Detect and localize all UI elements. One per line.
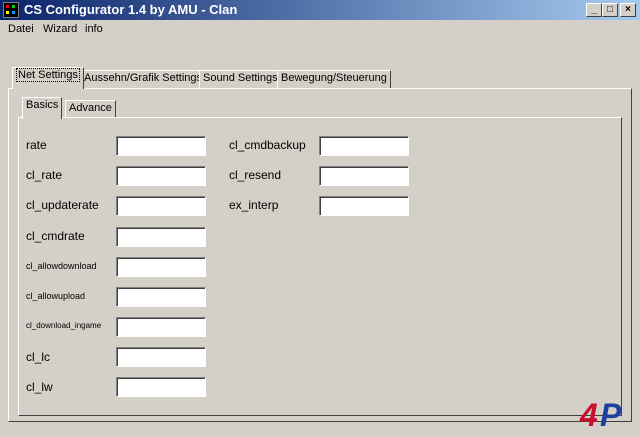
4p-logo: 4 P [579, 397, 622, 431]
app-icon[interactable] [3, 2, 19, 18]
input-cl-cmdbackup[interactable] [319, 136, 409, 156]
input-cl-lc[interactable] [116, 347, 206, 367]
label-cl-cmdbackup: cl_cmdbackup [229, 138, 306, 152]
input-cl-lw[interactable] [116, 377, 206, 397]
tab-basics[interactable]: Basics [22, 97, 63, 119]
tab-bewegung-steuerung[interactable]: Bewegung/Steuerung [277, 70, 391, 88]
app-window: CS Configurator 1.4 by AMU - Clan _ □ × … [0, 0, 640, 437]
basics-panel [18, 117, 622, 416]
maximize-button[interactable]: □ [602, 3, 618, 17]
menu-bar: Datei Wizard info [0, 20, 640, 38]
menu-wizard[interactable]: Wizard [43, 23, 77, 36]
tab-aussehn-grafik[interactable]: Aussehn/Grafik Settings [80, 70, 207, 88]
input-cl-allowupload[interactable] [116, 287, 206, 307]
tab-sound-settings[interactable]: Sound Settings [199, 70, 282, 88]
label-cl-lc: cl_lc [26, 350, 51, 364]
input-cl-cmdrate[interactable] [116, 227, 206, 247]
input-cl-allowdownload[interactable] [116, 257, 206, 277]
input-cl-updaterate[interactable] [116, 196, 206, 216]
label-cl-resend: cl_resend [229, 168, 282, 182]
input-cl-rate[interactable] [116, 166, 206, 186]
label-rate: rate [26, 138, 47, 152]
title-bar[interactable]: CS Configurator 1.4 by AMU - Clan _ □ × [0, 0, 640, 20]
4p-logo-p: P [600, 397, 622, 431]
label-cl-cmdrate: cl_cmdrate [26, 229, 85, 243]
label-cl-download-ingame: cl_download_ingame [26, 321, 102, 330]
label-cl-allowupload: cl_allowupload [26, 291, 86, 301]
label-cl-updaterate: cl_updaterate [26, 198, 99, 212]
tab-net-settings-label: Net Settings [16, 68, 80, 82]
label-cl-lw: cl_lw [26, 380, 53, 394]
tab-net-settings[interactable]: Net Settings [12, 67, 84, 89]
label-cl-allowdownload: cl_allowdownload [26, 261, 97, 271]
label-cl-rate: cl_rate [26, 168, 63, 182]
window-title: CS Configurator 1.4 by AMU - Clan [24, 2, 238, 17]
4p-logo-4: 4 [579, 397, 598, 431]
label-ex-interp: ex_interp [229, 198, 279, 212]
input-cl-resend[interactable] [319, 166, 409, 186]
minimize-button[interactable]: _ [586, 3, 602, 17]
input-cl-download-ingame[interactable] [116, 317, 206, 337]
close-button[interactable]: × [620, 3, 636, 17]
tab-advance[interactable]: Advance [65, 100, 116, 118]
input-ex-interp[interactable] [319, 196, 409, 216]
menu-info[interactable]: info [85, 23, 103, 36]
input-rate[interactable] [116, 136, 206, 156]
menu-datei[interactable]: Datei [8, 23, 34, 36]
